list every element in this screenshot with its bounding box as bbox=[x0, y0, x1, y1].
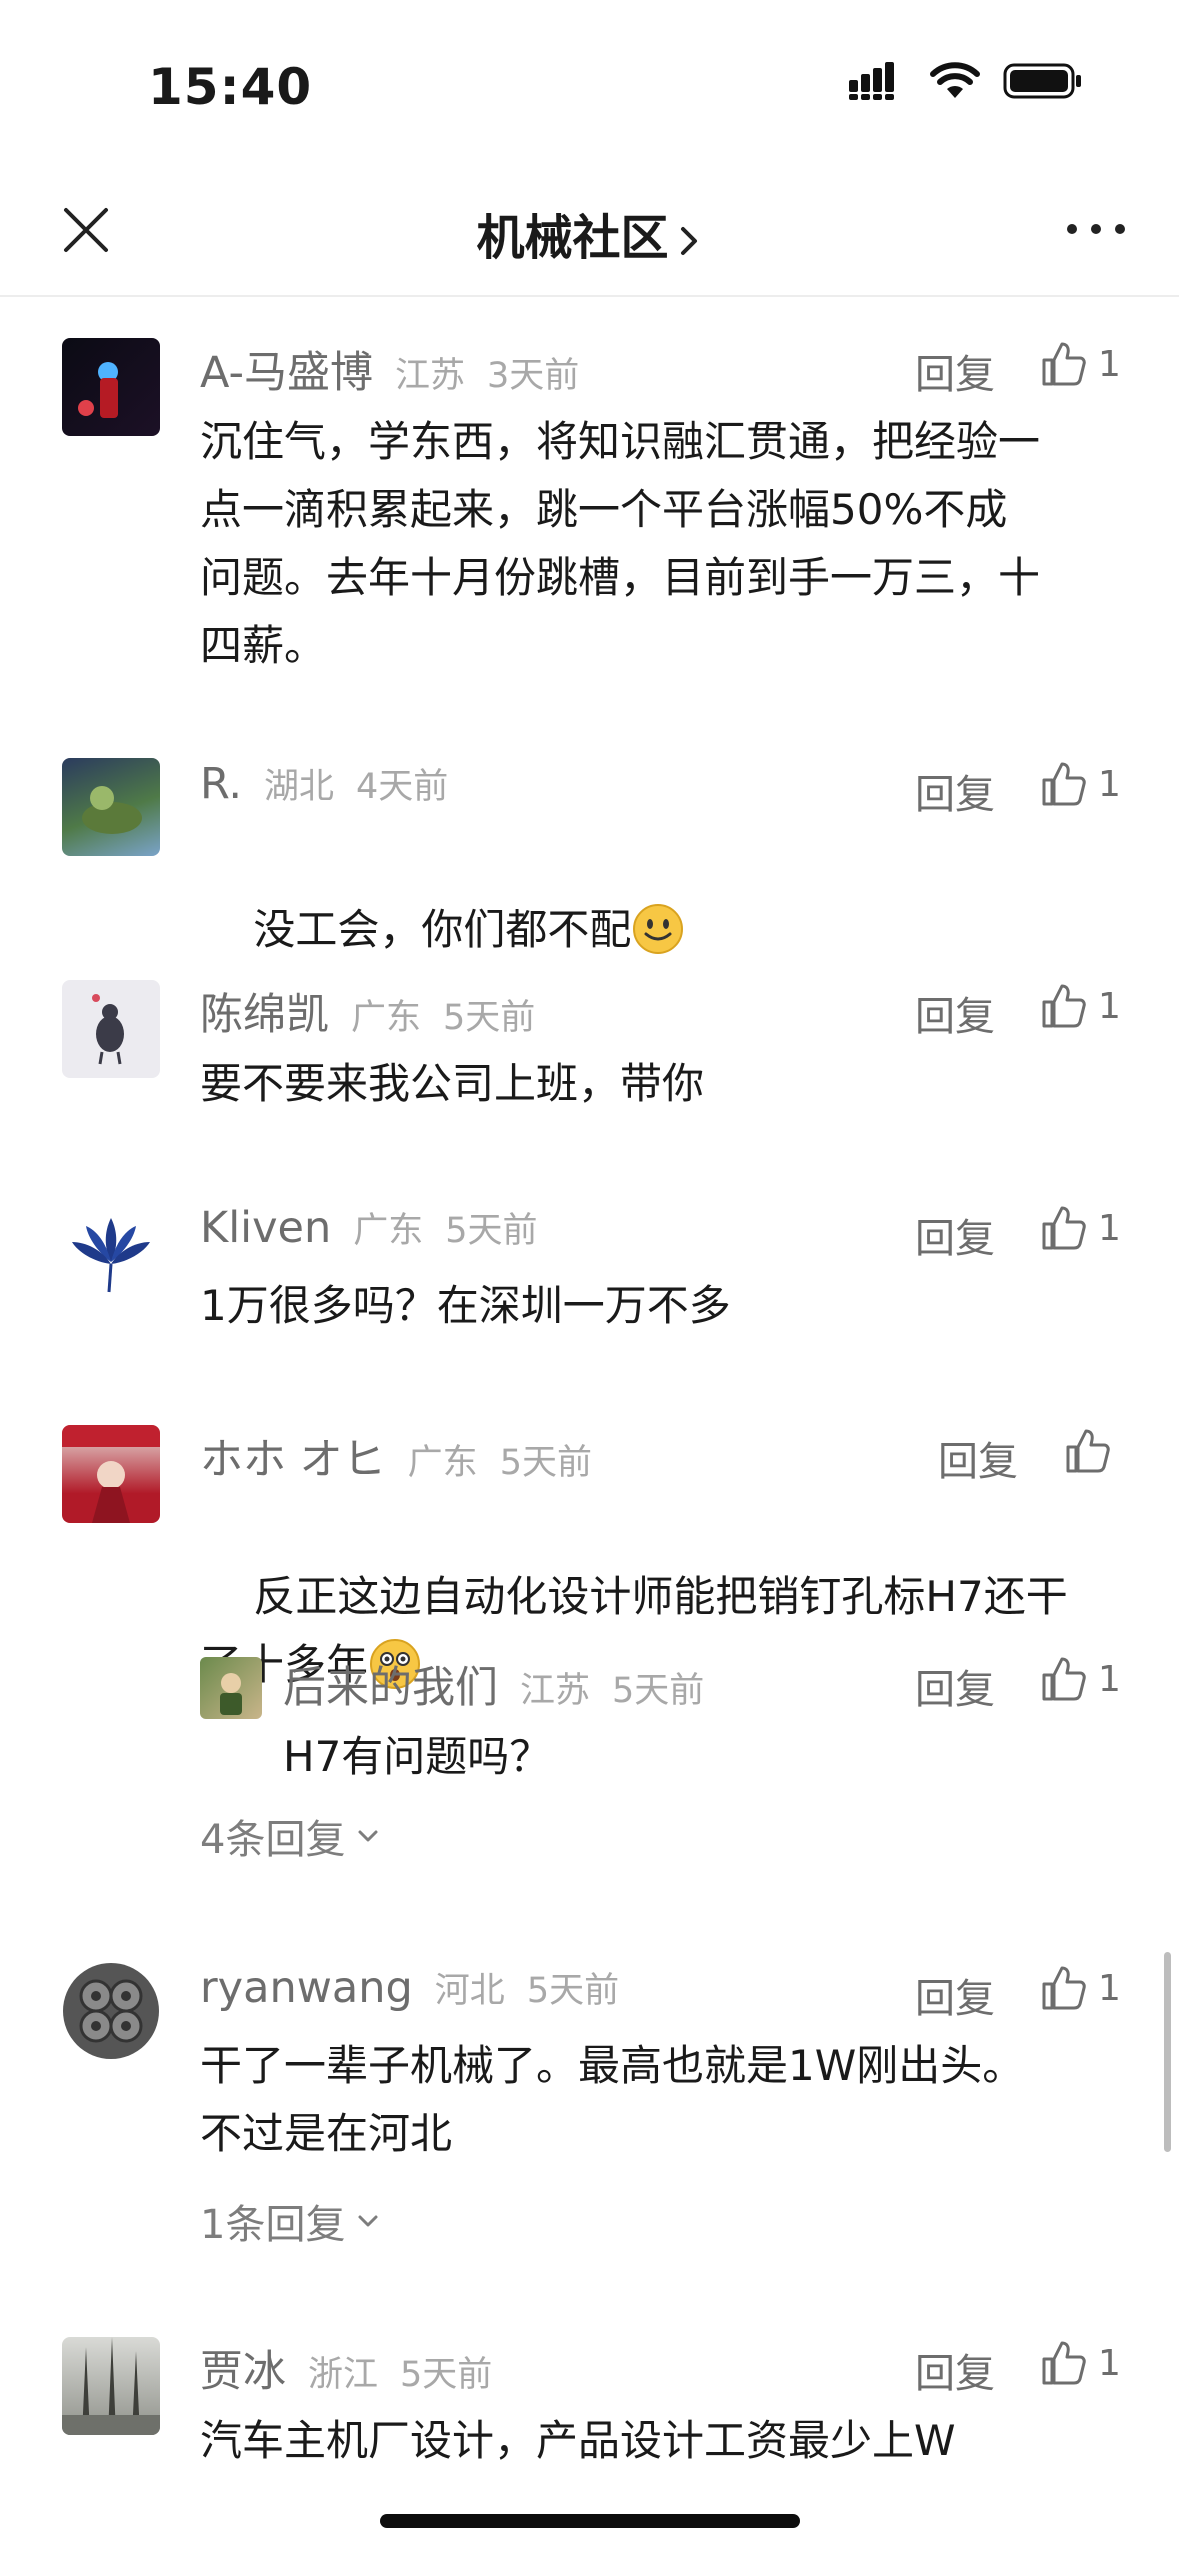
avatar[interactable] bbox=[62, 2337, 160, 2435]
avatar[interactable] bbox=[200, 1657, 262, 1719]
reply-header: 后来的我们 江苏 5天前 bbox=[283, 1653, 704, 1713]
reply-button[interactable]: 回复 bbox=[915, 1657, 995, 1715]
thumbs-up-icon bbox=[1042, 984, 1086, 1028]
timestamp: 5天前 bbox=[445, 1211, 538, 1251]
expand-replies-button[interactable]: 4条回复 bbox=[200, 1807, 381, 1865]
like-button[interactable]: 1 bbox=[1040, 1655, 1121, 1703]
comment-text: 要不要来我公司上班，带你 bbox=[200, 1059, 705, 1108]
thumbs-up-icon bbox=[1042, 1206, 1086, 1250]
comment-header: ホホ オヒ 广东 5天前 bbox=[200, 1425, 592, 1485]
like-count: 1 bbox=[1098, 2342, 1121, 2384]
timestamp: 5天前 bbox=[612, 1671, 705, 1711]
timestamp: 4天前 bbox=[356, 767, 449, 807]
like-count: 1 bbox=[1098, 1658, 1121, 1700]
expand-replies-button[interactable]: 1条回复 bbox=[200, 2192, 381, 2250]
comment-header: 贾冰 浙江 5天前 bbox=[200, 2337, 492, 2397]
like-count: 1 bbox=[1098, 1967, 1121, 2009]
comment-text: 1万很多吗？在深圳一万不多 bbox=[200, 1281, 731, 1330]
username[interactable]: Kliven bbox=[200, 1203, 331, 1253]
thumbs-up-icon bbox=[1042, 2341, 1086, 2385]
location: 江苏 bbox=[520, 1671, 591, 1711]
chevron-down-icon bbox=[358, 1830, 378, 1842]
comment-text: 沉住气，学东西，将知识融汇贯通，把经验一 点一滴积累起来，跳一个平台涨幅50%不… bbox=[200, 417, 1041, 670]
comment-text-content: 没工会，你们都不配 bbox=[253, 905, 632, 954]
avatar[interactable] bbox=[62, 1425, 160, 1523]
timestamp: 3天前 bbox=[487, 356, 580, 396]
status-time: 15:40 bbox=[148, 58, 313, 116]
thumbs-up-icon bbox=[1042, 1966, 1086, 2010]
home-indicator[interactable] bbox=[380, 2514, 800, 2528]
username[interactable]: 贾冰 bbox=[200, 2337, 286, 2399]
reply-button[interactable]: 回复 bbox=[915, 342, 995, 400]
smile-emoji-icon bbox=[633, 904, 684, 954]
like-button[interactable]: 1 bbox=[1040, 1964, 1121, 2012]
like-count: 1 bbox=[1098, 343, 1121, 385]
thumbs-up-icon bbox=[1042, 1657, 1086, 1701]
timestamp: 5天前 bbox=[400, 2355, 493, 2395]
timestamp: 5天前 bbox=[499, 1443, 592, 1483]
location: 湖北 bbox=[264, 767, 335, 807]
reply-text: H7有问题吗？ bbox=[283, 1732, 552, 1781]
reply-button[interactable]: 回复 bbox=[915, 762, 995, 820]
comment-text: 汽车主机厂设计，产品设计工资最少上W bbox=[200, 2416, 956, 2465]
cellular-signal-icon bbox=[849, 62, 894, 100]
chevron-down-icon bbox=[358, 2215, 378, 2227]
username[interactable]: ホホ オヒ bbox=[200, 1425, 386, 1487]
page-title[interactable]: 机械社区 bbox=[0, 198, 1179, 268]
comment-header: Kliven 广东 5天前 bbox=[200, 1202, 538, 1262]
nested-reply: 后来的我们 江苏 5天前 回复 1 H7有问题吗？ bbox=[0, 1653, 1179, 1781]
wifi-icon bbox=[930, 62, 980, 98]
page-title-text: 机械社区 bbox=[476, 210, 669, 266]
like-button[interactable]: 1 bbox=[1040, 1204, 1121, 1252]
timestamp: 5天前 bbox=[443, 998, 536, 1038]
chevron-right-icon bbox=[680, 227, 697, 255]
avatar[interactable] bbox=[62, 338, 160, 436]
location: 河北 bbox=[434, 1971, 505, 2011]
avatar[interactable] bbox=[62, 1202, 160, 1300]
like-button[interactable]: 1 bbox=[1040, 982, 1121, 1030]
comment-header: 陈绵凯 广东 5天前 bbox=[200, 980, 535, 1040]
like-count: 1 bbox=[1098, 763, 1121, 805]
comment-header: ryanwang 河北 5天前 bbox=[200, 1962, 619, 2022]
location: 广东 bbox=[407, 1443, 478, 1483]
reply-button[interactable]: 回复 bbox=[915, 1966, 995, 2024]
avatar[interactable] bbox=[62, 1962, 160, 2060]
timestamp: 5天前 bbox=[526, 1971, 620, 2011]
username[interactable]: A-马盛博 bbox=[200, 338, 373, 400]
like-button[interactable] bbox=[1064, 1427, 1122, 1475]
expand-replies-label: 1条回复 bbox=[200, 2202, 346, 2248]
reply-button[interactable]: 回复 bbox=[915, 2341, 995, 2399]
location: 江苏 bbox=[395, 356, 466, 396]
like-button[interactable]: 1 bbox=[1040, 760, 1121, 808]
thumbs-up-icon bbox=[1042, 762, 1086, 806]
reply-button[interactable]: 回复 bbox=[915, 984, 995, 1042]
battery-icon bbox=[1003, 63, 1081, 99]
like-count: 1 bbox=[1098, 985, 1121, 1027]
comment-header: R. 湖北 4天前 bbox=[200, 758, 448, 818]
comment-text: 干了一辈子机械了。最高也就是1W刚出头。 不过是在河北 bbox=[200, 2041, 1025, 2158]
avatar[interactable] bbox=[62, 758, 160, 856]
scrollbar[interactable] bbox=[1164, 1952, 1171, 2152]
username[interactable]: R. bbox=[200, 759, 242, 809]
location: 广东 bbox=[353, 1211, 424, 1251]
expand-replies-label: 4条回复 bbox=[200, 1817, 346, 1863]
thumbs-up-icon bbox=[1066, 1429, 1110, 1473]
avatar[interactable] bbox=[62, 980, 160, 1078]
like-count: 1 bbox=[1098, 1207, 1121, 1249]
status-icons bbox=[849, 62, 1083, 100]
status-bar: 15:40 bbox=[0, 0, 1179, 170]
location: 广东 bbox=[351, 998, 422, 1038]
location: 浙江 bbox=[308, 2355, 379, 2395]
username[interactable]: 陈绵凯 bbox=[200, 980, 329, 1042]
thumbs-up-icon bbox=[1042, 342, 1086, 386]
username[interactable]: ryanwang bbox=[200, 1963, 413, 2013]
reply-button[interactable]: 回复 bbox=[938, 1429, 1018, 1487]
reply-button[interactable]: 回复 bbox=[915, 1206, 995, 1264]
like-button[interactable]: 1 bbox=[1040, 2339, 1121, 2387]
more-options-icon[interactable] bbox=[1065, 214, 1127, 244]
comment-header: A-马盛博 江苏 3天前 bbox=[200, 338, 579, 398]
like-button[interactable]: 1 bbox=[1040, 340, 1121, 388]
username[interactable]: 后来的我们 bbox=[283, 1653, 498, 1715]
navigation-bar: 机械社区 bbox=[0, 170, 1179, 297]
